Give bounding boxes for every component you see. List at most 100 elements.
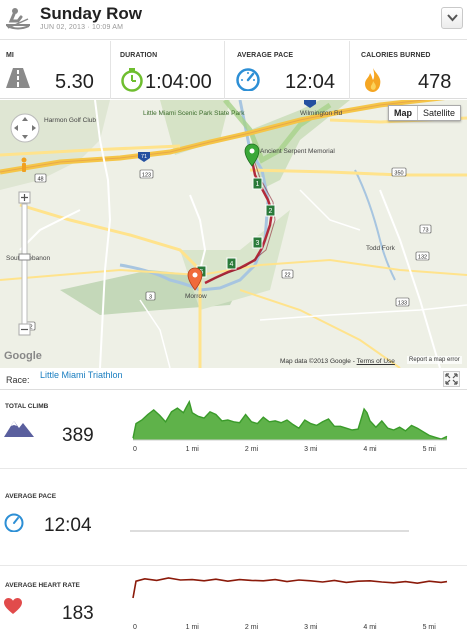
mountain-icon: [4, 421, 34, 437]
activity-header: Sunday Row JUN 02, 2013 · 10:09 AM: [0, 0, 467, 40]
activity-title: Sunday Row: [40, 4, 143, 23]
stat-calories: CALORIES BURNED 478: [350, 41, 467, 99]
svg-text:22: 22: [284, 273, 290, 279]
map-label: Todd Fork: [366, 245, 396, 252]
chart-line: [132, 577, 448, 599]
road-icon: [6, 68, 30, 88]
stat-average-pace: AVERAGE PACE 12:04: [225, 41, 350, 99]
pace-chart: [130, 530, 409, 532]
stat-value: 12:04: [285, 71, 336, 93]
route-map[interactable]: 1 2 3 4 5 71 48 123 350 22 3 132 133 42 …: [0, 100, 467, 368]
svg-text:350: 350: [394, 171, 403, 177]
map-type-toggle[interactable]: Map Satellite: [387, 105, 461, 121]
chart-area: [133, 401, 447, 440]
x-tick-label: 5 mi: [423, 446, 437, 453]
svg-text:73: 73: [422, 228, 428, 234]
x-tick-label: 4 mi: [363, 624, 377, 631]
expand-map-button[interactable]: [443, 371, 460, 387]
map-pan-control[interactable]: [10, 113, 40, 143]
road-shield: 71: [138, 152, 150, 162]
activity-datetime: JUN 02, 2013 · 10:09 AM: [40, 24, 124, 31]
x-tick-label: 5 mi: [423, 624, 437, 631]
metric-value: 12:04: [44, 515, 92, 536]
x-tick-label: 1 mi: [186, 446, 200, 453]
svg-text:3: 3: [149, 295, 152, 301]
x-tick-label: 0: [133, 624, 137, 631]
x-tick-label: 3 mi: [304, 446, 318, 453]
svg-text:123: 123: [142, 173, 151, 179]
map-type-satellite-button[interactable]: Satellite: [416, 106, 460, 120]
elevation-chart: 0 1 mi 2 mi 3 mi 4 mi 5 mi: [132, 399, 448, 453]
stat-label: MI: [6, 52, 14, 59]
map-label: Harmon Golf Club: [44, 117, 96, 124]
stat-value: 478: [418, 71, 452, 93]
metric-value: 183: [62, 603, 94, 624]
x-tick-label: 0: [133, 446, 137, 453]
svg-text:4: 4: [230, 261, 234, 268]
x-tick-label: 2 mi: [245, 624, 259, 631]
x-tick-label: 2 mi: [245, 446, 259, 453]
svg-text:71: 71: [141, 154, 147, 160]
stopwatch-icon: [121, 68, 143, 92]
report-map-error-link[interactable]: Report a map error: [407, 356, 462, 364]
race-row: Race: Little Miami Triathlon: [0, 368, 467, 390]
map-type-map-button[interactable]: Map: [389, 106, 417, 120]
x-tick-label: 1 mi: [186, 624, 200, 631]
metric-value: 389: [62, 425, 94, 446]
race-label: Race:: [6, 375, 30, 385]
speedometer-icon: [236, 68, 260, 91]
heart-icon: [4, 598, 22, 614]
speedometer-icon: [4, 513, 24, 532]
stat-label: CALORIES BURNED: [361, 52, 431, 59]
road-shield: 350: [391, 167, 407, 177]
x-tick-label: 4 mi: [363, 446, 377, 453]
map-label: Morrow: [185, 293, 207, 300]
stat-duration: DURATION 1:04:00: [111, 41, 225, 99]
rowing-icon: [6, 8, 30, 30]
google-logo: Google: [4, 350, 42, 362]
x-tick-label: 3 mi: [304, 624, 318, 631]
street-view-pegman-icon[interactable]: [21, 157, 27, 173]
stat-label: AVERAGE PACE: [237, 52, 294, 59]
road-shield: 132: [415, 251, 430, 261]
flame-icon: [365, 68, 381, 92]
stat-value: 1:04:00: [145, 71, 212, 93]
metric-average-heart-rate: AVERAGE HEART RATE 183 0 1 mi 2 mi 3 mi 4 mi…: [0, 566, 467, 642]
stats-bar: MI 5.30 DURATION 1:04:00 AVERAGE PACE 12…: [0, 41, 467, 99]
road-shield: 123: [139, 169, 154, 179]
stat-value: 5.30: [55, 71, 94, 93]
metric-label: AVERAGE HEART RATE: [5, 582, 80, 589]
stat-label: DURATION: [120, 52, 158, 59]
map-label: Ancient Serpent Memorial: [260, 148, 335, 155]
svg-text:1: 1: [256, 181, 260, 188]
chevron-down-icon: [447, 14, 458, 22]
stat-distance: MI 5.30: [0, 41, 111, 99]
terms-of-use-link[interactable]: Terms of Use: [357, 358, 395, 365]
road-shield: 48: [34, 173, 47, 183]
expand-icon: [445, 373, 458, 385]
map-label: Little Miami Scenic Park State Park: [143, 110, 245, 117]
race-name-link[interactable]: Little Miami Triathlon: [40, 370, 123, 380]
options-dropdown-button[interactable]: [441, 7, 463, 29]
metric-average-pace: AVERAGE PACE 12:04: [0, 469, 467, 565]
zoom-slider[interactable]: [18, 191, 31, 336]
metric-label: AVERAGE PACE: [5, 493, 57, 500]
road-shield: 22: [281, 269, 294, 279]
map-attribution: Map data ©2013 Google - Terms of Use: [280, 358, 395, 365]
svg-text:3: 3: [256, 240, 260, 247]
mile-marker: 3: [252, 236, 263, 249]
road-shield: 133: [395, 297, 410, 307]
metric-total-climb: TOTAL CLIMB 389 0 1 mi 2 mi 3 mi 4 mi 5 mi: [0, 391, 467, 468]
heart-rate-chart: 0 1 mi 2 mi 3 mi 4 mi 5 mi: [132, 577, 448, 631]
mile-marker: 4: [226, 257, 237, 270]
svg-text:48: 48: [37, 177, 43, 183]
map-label: Wilmington Rd: [300, 110, 343, 117]
svg-text:2: 2: [269, 208, 273, 215]
mile-marker: 2: [265, 204, 276, 217]
road-shield: 73: [419, 224, 432, 234]
road-shield: 3: [145, 291, 156, 301]
metric-label: TOTAL CLIMB: [5, 403, 49, 410]
mile-marker: 1: [252, 177, 263, 190]
map-canvas: 1 2 3 4 5 71 48 123 350 22 3 132 133 42 …: [0, 100, 467, 368]
svg-text:132: 132: [418, 255, 427, 261]
